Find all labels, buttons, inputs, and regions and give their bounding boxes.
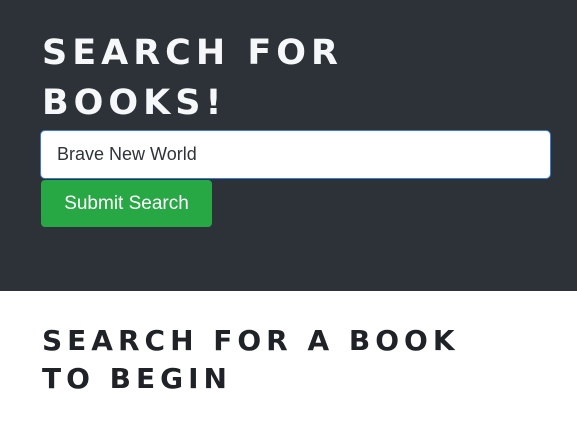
results-empty-message: SEARCH FOR A BOOK TO BEGIN — [42, 324, 460, 395]
search-input[interactable] — [40, 130, 551, 179]
submit-search-button[interactable]: Submit Search — [41, 180, 212, 227]
search-hero: SEARCH FOR BOOKS! Submit Search — [0, 0, 577, 291]
page-title: SEARCH FOR BOOKS! — [42, 33, 343, 123]
